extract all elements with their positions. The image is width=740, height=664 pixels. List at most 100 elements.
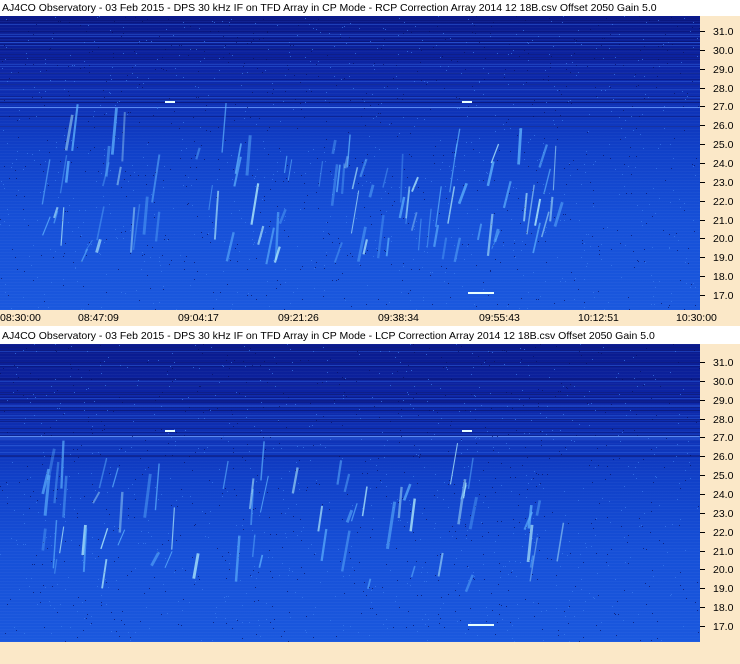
- noise-speck: [484, 579, 485, 580]
- noise-speck: [479, 590, 480, 591]
- noise-speck: [175, 445, 176, 446]
- noise-speck: [206, 274, 207, 275]
- interference-line: [0, 428, 700, 429]
- frequency-tick-19-0: 19.0: [700, 252, 740, 264]
- noise-speck: [61, 626, 62, 627]
- noise-speck: [631, 235, 632, 236]
- noise-speck: [578, 30, 579, 31]
- noise-speck: [188, 203, 189, 204]
- noise-speck: [98, 579, 99, 580]
- noise-speck: [437, 412, 438, 413]
- noise-speck: [263, 437, 264, 438]
- noise-speck: [192, 205, 193, 206]
- noise-speck: [591, 460, 592, 461]
- noise-speck: [576, 65, 577, 66]
- noise-speck: [171, 437, 172, 438]
- noise-speck: [657, 638, 658, 639]
- noise-speck: [586, 234, 587, 235]
- noise-speck: [197, 271, 198, 272]
- noise-speck: [427, 640, 428, 641]
- noise-speck: [247, 72, 248, 73]
- noise-speck: [567, 102, 568, 103]
- noise-speck: [130, 253, 131, 254]
- noise-speck: [522, 210, 523, 211]
- noise-speck: [258, 600, 259, 601]
- noise-speck: [508, 84, 509, 85]
- noise-speck: [624, 590, 625, 591]
- noise-speck: [5, 292, 6, 293]
- interference-line: [0, 432, 700, 433]
- burst-streak: [367, 578, 372, 590]
- noise-speck: [53, 33, 54, 34]
- noise-speck: [420, 454, 421, 455]
- noise-speck: [376, 116, 377, 117]
- noise-speck: [543, 79, 544, 80]
- noise-speck: [91, 473, 92, 474]
- noise-speck: [190, 26, 191, 27]
- noise-speck: [562, 120, 563, 121]
- noise-speck: [242, 622, 243, 623]
- noise-speck: [327, 222, 328, 223]
- noise-speck: [217, 179, 218, 180]
- noise-speck: [552, 512, 553, 513]
- noise-speck: [586, 151, 587, 152]
- noise-speck: [523, 405, 524, 406]
- noise-speck: [277, 280, 278, 281]
- noise-speck: [433, 47, 434, 48]
- noise-speck: [481, 522, 482, 523]
- noise-speck: [498, 584, 499, 585]
- noise-speck: [237, 292, 238, 293]
- noise-speck: [436, 45, 437, 46]
- noise-speck: [461, 550, 462, 551]
- noise-speck: [465, 410, 466, 411]
- noise-speck: [556, 575, 557, 576]
- noise-speck: [456, 558, 457, 559]
- noise-speck: [242, 457, 243, 458]
- noise-speck: [180, 535, 181, 536]
- noise-speck: [548, 80, 549, 81]
- noise-speck: [513, 250, 514, 251]
- noise-speck: [659, 505, 660, 506]
- noise-speck: [79, 210, 80, 211]
- noise-speck: [309, 426, 310, 427]
- noise-speck: [78, 369, 79, 370]
- noise-speck: [131, 447, 132, 448]
- noise-speck: [564, 611, 565, 612]
- noise-speck: [563, 16, 564, 17]
- noise-speck: [162, 392, 163, 393]
- noise-speck: [320, 32, 321, 33]
- noise-speck: [210, 242, 211, 243]
- burst-streak: [532, 222, 541, 254]
- noise-speck: [70, 364, 71, 365]
- noise-speck: [254, 242, 255, 243]
- noise-speck: [457, 621, 458, 622]
- noise-speck: [186, 148, 187, 149]
- noise-speck: [683, 52, 684, 53]
- noise-speck: [183, 22, 184, 23]
- noise-speck: [16, 630, 17, 631]
- noise-speck: [423, 297, 424, 298]
- noise-speck: [370, 182, 371, 183]
- noise-speck: [145, 469, 146, 470]
- noise-speck: [413, 398, 414, 399]
- noise-speck: [374, 406, 375, 407]
- noise-speck: [652, 570, 653, 571]
- noise-speck: [510, 128, 511, 129]
- noise-speck: [585, 172, 586, 173]
- noise-speck: [131, 224, 132, 225]
- noise-speck: [28, 225, 29, 226]
- noise-speck: [352, 505, 353, 506]
- noise-speck: [589, 391, 590, 392]
- noise-speck: [625, 403, 626, 404]
- noise-speck: [407, 522, 408, 523]
- noise-speck: [308, 548, 309, 549]
- noise-speck: [569, 606, 570, 607]
- noise-speck: [653, 67, 654, 68]
- noise-speck: [192, 503, 193, 504]
- noise-speck: [211, 347, 212, 348]
- noise-speck: [612, 24, 613, 25]
- noise-speck: [56, 420, 57, 421]
- noise-speck: [233, 426, 234, 427]
- noise-speck: [542, 390, 543, 391]
- noise-speck: [693, 220, 694, 221]
